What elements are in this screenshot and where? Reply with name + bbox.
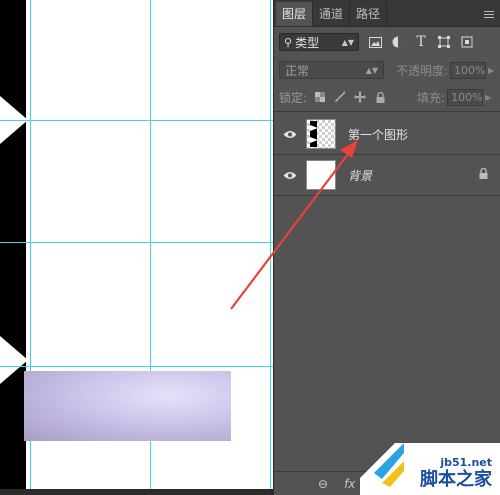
guide-horizontal: [0, 366, 273, 367]
updown-icon: ▲▼: [365, 65, 378, 75]
layer-thumbnail[interactable]: [306, 160, 336, 190]
visibility-eye-icon[interactable]: [278, 171, 302, 180]
layer-name[interactable]: 背景: [348, 167, 372, 184]
adjustment-filter-icon[interactable]: [390, 34, 406, 50]
shape-notch-top: [0, 96, 28, 144]
lock-label: 锁定:: [279, 90, 308, 105]
visibility-eye-icon[interactable]: [278, 130, 302, 139]
layer-filter-row: ⚲ 类型 ▲▼ T: [274, 27, 500, 57]
gradient-rectangle: [24, 371, 231, 441]
watermark-logo-text: 脚本之家: [420, 469, 492, 490]
guide-horizontal: [0, 120, 273, 121]
lock-move-icon[interactable]: [353, 90, 367, 104]
tab-paths[interactable]: 路径: [350, 2, 388, 26]
search-icon: ⚲: [284, 35, 293, 49]
layer-row-shape[interactable]: 第一个图形: [274, 114, 500, 155]
filter-kind-label: 类型: [295, 35, 320, 50]
chevron-right-icon[interactable]: ▶: [485, 93, 491, 102]
blend-mode-value: 正常: [285, 63, 310, 78]
lock-transparent-icon[interactable]: [313, 90, 327, 104]
tab-channels[interactable]: 通道: [313, 2, 351, 26]
guide-horizontal: [0, 242, 273, 243]
opacity-label: 不透明度:: [396, 63, 449, 78]
layer-row-background[interactable]: 背景: [274, 155, 500, 196]
black-shape-strip: [0, 0, 26, 495]
lock-icon: [479, 167, 488, 182]
text-filter-icon[interactable]: T: [413, 34, 429, 50]
panel-tab-bar: 图层 通道 路径: [274, 0, 500, 27]
document-canvas[interactable]: [0, 0, 273, 495]
chevron-right-icon[interactable]: ▶: [488, 66, 494, 75]
layer-name[interactable]: 第一个图形: [348, 126, 408, 143]
filter-kind-select[interactable]: ⚲ 类型 ▲▼: [279, 33, 359, 51]
guide-vertical: [270, 0, 271, 495]
fill-label: 填充:: [417, 90, 446, 105]
layer-thumbnail[interactable]: [306, 119, 336, 149]
lock-all-icon[interactable]: [373, 90, 387, 104]
panel-menu-icon[interactable]: [484, 11, 494, 19]
watermark: jb51.net 脚本之家: [360, 443, 500, 495]
fill-field[interactable]: 100%: [447, 88, 484, 106]
link-icon[interactable]: ⊖: [318, 477, 328, 491]
blend-row: 正常 ▲▼ 不透明度: 100% ▶: [274, 57, 500, 83]
lock-row: 锁定: 填充: 100% ▶: [274, 83, 500, 112]
updown-icon: ▲▼: [341, 37, 354, 47]
layers-panel: 图层 通道 路径 ⚲ 类型 ▲▼ T 正常 ▲▼ 不透明度: 100% ▶ 锁定…: [273, 0, 500, 495]
smart-object-filter-icon[interactable]: [459, 34, 475, 50]
fx-icon[interactable]: fx: [344, 477, 355, 491]
canvas-bottom-edge: [0, 489, 273, 495]
blend-mode-select[interactable]: 正常 ▲▼: [279, 61, 384, 79]
image-filter-icon[interactable]: [367, 34, 383, 50]
opacity-field[interactable]: 100%: [450, 61, 487, 79]
tab-layers[interactable]: 图层: [276, 2, 314, 26]
lock-brush-icon[interactable]: [333, 90, 347, 104]
shape-filter-icon[interactable]: [436, 34, 452, 50]
